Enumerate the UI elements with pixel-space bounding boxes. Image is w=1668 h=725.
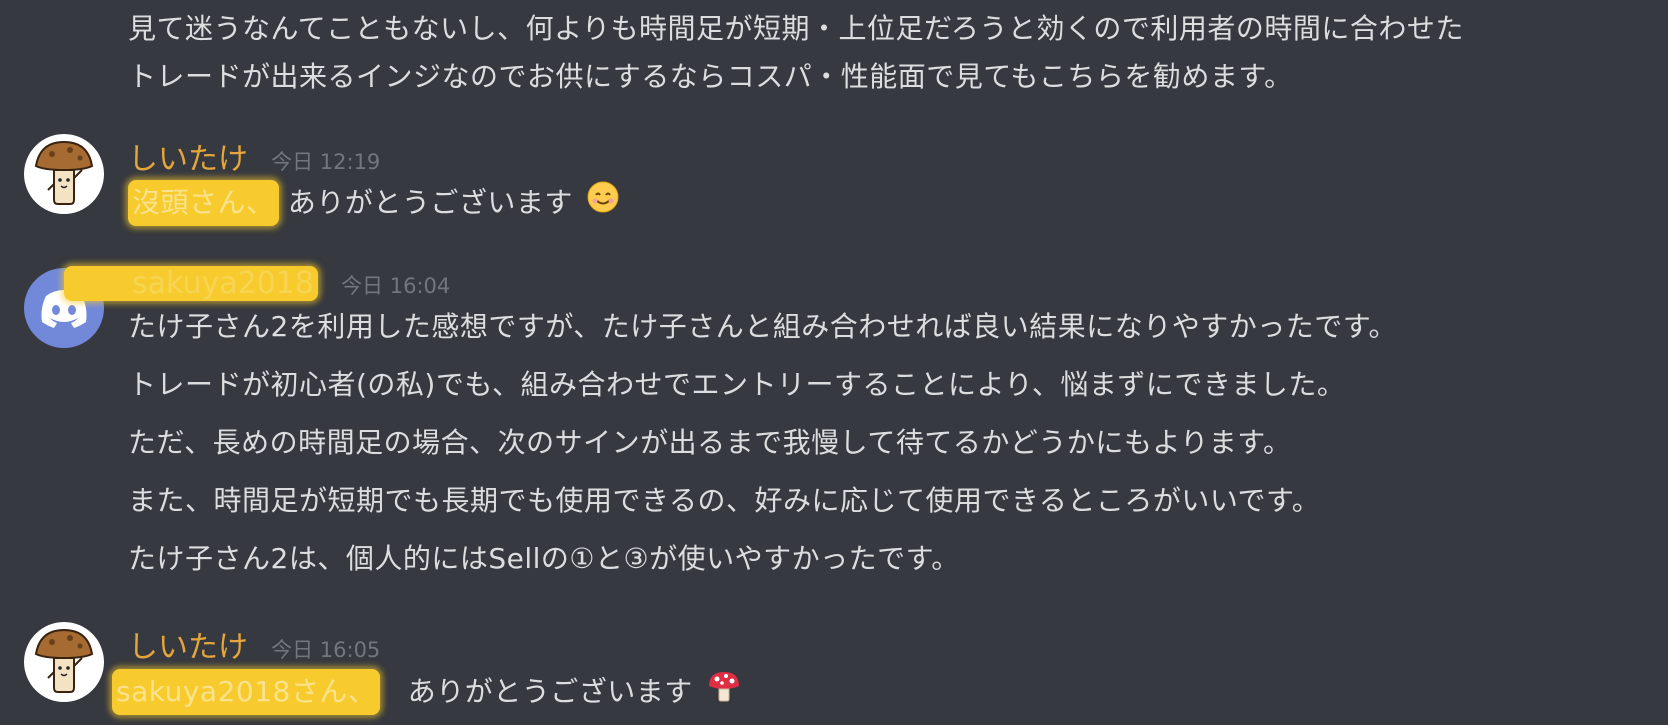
- message-text-line: 見て迷うなんてこともないし、何よりも時間足が短期・上位足だろうと効くので利用者の…: [128, 12, 1464, 45]
- message-text-line: たけ子さん2は、個人的にはSellの①と③が使いやすかったです。: [128, 542, 960, 575]
- highlighted-mention: 沒頭さん、: [128, 180, 279, 226]
- author-name[interactable]: しいたけ: [128, 630, 248, 665]
- avatar[interactable]: [24, 622, 104, 702]
- message-text: ありがとうございます: [287, 186, 573, 219]
- message-header: しいたけ 今日 12:19: [128, 134, 380, 178]
- timestamp: 今日 16:04: [341, 274, 451, 298]
- mushroom-character-icon: [34, 628, 94, 693]
- message-header: しいたけ 今日 16:05: [128, 622, 380, 666]
- message-header: sakuya2018 今日 16:04: [64, 266, 451, 301]
- message-text-line: ただ、長めの時間足の場合、次のサインが出るまで我慢して待てるかどうかにもよります…: [128, 426, 1292, 459]
- message-text: ありがとうございます: [407, 675, 693, 708]
- timestamp: 今日 12:19: [271, 150, 381, 174]
- highlighted-mention: sakuya2018さん、: [112, 669, 381, 715]
- message-text-line: また、時間足が短期でも長期でも使用できるの、好みに応じて使用できるところがいいで…: [128, 484, 1321, 517]
- message-body: 沒頭さん、 ありがとうございます: [128, 180, 620, 228]
- message-text-line: トレードが出来るインジなのでお供にするならコスパ・性能面で見てもこちらを勧めます…: [128, 60, 1293, 93]
- smiling-face-emoji: [586, 180, 620, 228]
- avatar[interactable]: [24, 134, 104, 214]
- author-name[interactable]: sakuya2018: [64, 266, 318, 301]
- mushroom-character-icon: [34, 140, 94, 205]
- message-body: sakuya2018さん、 ありがとうございます: [112, 668, 742, 718]
- message-text-line: たけ子さん2を利用した感想ですが、たけ子さんと組み合わせれば良い結果になりやすか…: [128, 310, 1397, 343]
- author-name[interactable]: しいたけ: [128, 142, 248, 177]
- mushroom-emoji: [706, 668, 742, 718]
- timestamp: 今日 16:05: [271, 638, 381, 662]
- message-text-line: トレードが初心者(の私)でも、組み合わせでエントリーすることにより、悩まずにでき…: [128, 368, 1346, 401]
